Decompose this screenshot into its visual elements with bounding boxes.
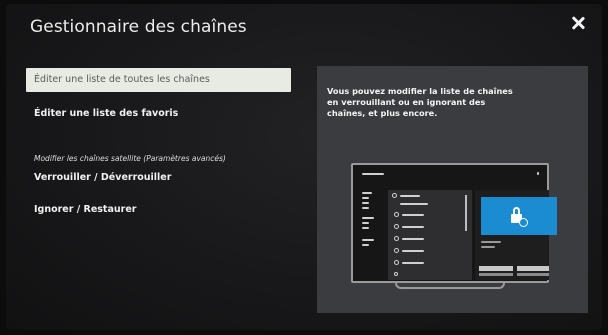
- illus-radio-icon: [392, 193, 397, 198]
- section-label-satellite: Modifier les chaînes satellite (Paramètr…: [34, 154, 226, 163]
- illus-bar: [362, 207, 369, 209]
- illus-radio-icon: [394, 272, 398, 276]
- illus-close-mark: [537, 172, 539, 175]
- illus-button: [479, 266, 513, 271]
- illus-channel-list: [388, 190, 472, 280]
- illus-bar: [362, 202, 369, 204]
- illus-button: [517, 273, 549, 276]
- illus-lock-card: [481, 197, 557, 235]
- illus-bar: [402, 250, 424, 252]
- illus-button: [479, 273, 513, 276]
- tv-lock-illustration-icon: [351, 163, 557, 295]
- menu-item-skip-restore[interactable]: Ignorer / Restaurer: [26, 198, 291, 222]
- illus-title-bar: [362, 173, 384, 175]
- menu-item-edit-favorites[interactable]: Éditer une liste des favoris: [26, 102, 291, 126]
- illus-radio-icon: [394, 212, 399, 217]
- illus-bar: [481, 241, 501, 243]
- illus-bar: [362, 244, 369, 246]
- screen: Gestionnaire des chaînes Éditer une list…: [6, 4, 602, 330]
- illus-bar: [362, 239, 374, 241]
- illus-radio-icon: [394, 248, 399, 253]
- menu-item-lock-unlock[interactable]: Verrouiller / Déverrouiller: [26, 166, 291, 190]
- illus-bar: [400, 195, 420, 197]
- illus-bar: [362, 227, 369, 229]
- illus-radio-icon: [394, 236, 399, 241]
- menu-item-edit-all-channels[interactable]: Éditer une liste de toutes les chaînes: [26, 68, 291, 92]
- illus-bar: [362, 192, 372, 194]
- tv-frame: [351, 163, 557, 283]
- lock-badge-icon: [519, 218, 528, 227]
- illus-button: [517, 266, 549, 271]
- illus-bar: [362, 197, 369, 199]
- illus-bar: [400, 203, 428, 205]
- info-description: Vous pouvez modifier la liste de chaînes…: [327, 86, 513, 118]
- illus-bar: [402, 226, 424, 228]
- tv-stand: [395, 283, 505, 289]
- illus-bar: [402, 214, 424, 216]
- illus-radio-icon: [394, 224, 399, 229]
- illus-bar: [362, 217, 374, 219]
- illus-bar: [402, 238, 424, 240]
- illus-bar: [481, 246, 495, 248]
- illus-radio-icon: [394, 260, 399, 265]
- illus-scrollbar: [465, 195, 467, 231]
- illus-bar: [362, 222, 369, 224]
- page-title: Gestionnaire des chaînes: [30, 17, 247, 37]
- illus-bar: [402, 262, 424, 264]
- info-panel: Vous pouvez modifier la liste de chaînes…: [317, 66, 588, 313]
- close-icon[interactable]: [570, 15, 586, 31]
